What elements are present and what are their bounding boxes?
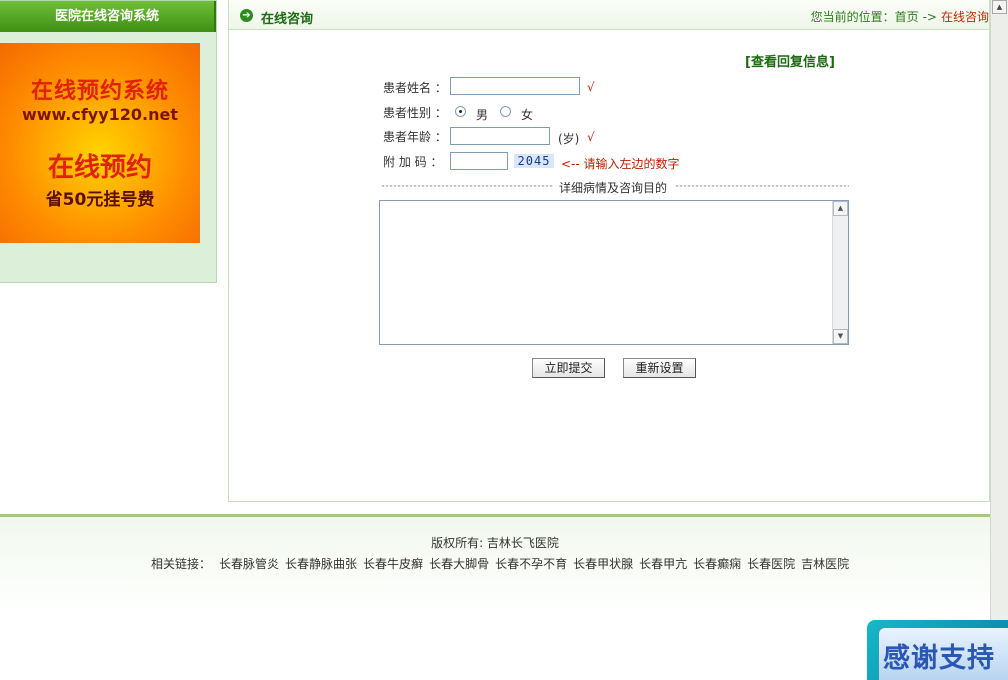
reset-button[interactable]: 重新设置 [623,358,696,378]
footer-link[interactable]: 长春静脉曲张 [285,557,357,571]
links-label: 相关链接： [151,557,212,571]
window-scrollbar[interactable]: ▲ [990,0,1008,680]
footer-link[interactable]: 长春不孕不育 [495,557,567,571]
panel-header: ➔ 在线咨询 您当前的位置：首页 -> 在线咨询 [229,0,989,30]
divider-dots-left [381,185,553,187]
view-reply-link[interactable]: [查看回复信息] [745,51,835,70]
age-label: 患者年龄 ： [383,130,447,144]
footer-link[interactable]: 吉林医院 [801,557,849,571]
banner-subtitle: 在线预约 [47,153,152,183]
footer-link[interactable]: 长春牛皮癣 [363,557,423,571]
sidebar: 医院在线咨询系统 在线预约系统 www.cfyy120.net 在线预约 省50… [0,0,217,283]
footer-link[interactable]: 长春大脚骨 [429,557,489,571]
code-input[interactable] [450,152,508,170]
breadcrumb-home-link[interactable]: 首页 [895,10,919,24]
arrow-right-icon: ➔ [240,9,253,22]
code-hint: <-- 请输入左边的数字 [561,157,680,171]
details-label: 详细病情及咨询目的 [559,181,668,195]
scroll-down-icon[interactable]: ▼ [833,329,848,344]
name-required-mark: √ [587,80,595,94]
page-title: 在线咨询 [261,12,314,27]
name-input[interactable] [450,77,580,95]
window-scroll-up-icon[interactable]: ▲ [992,0,1007,14]
sidebar-title: 医院在线咨询系统 [0,1,216,32]
footer: 版权所有: 吉林长飞医院 相关链接： 长春脉管炎 长春静脉曲张 长春牛皮癣 长春大脚骨长… [0,517,990,680]
breadcrumb-prefix: 您当前的位置： [810,10,895,24]
divider-dots-right [675,185,849,187]
details-textarea[interactable]: ▲ ▼ [379,200,849,345]
footer-link[interactable]: 长春癫痫 [693,557,741,571]
related-links: 相关链接： 长春脉管炎 长春静脉曲张 长春牛皮癣 长春大脚骨 长春不孕不育 长春甲状腺 长春甲… [151,555,855,572]
thanks-text: 感谢支持 [883,643,995,674]
textarea-scrollbar[interactable]: ▲ ▼ [832,201,848,344]
gender-male-label: 男 [476,108,489,122]
thanks-badge-inner: 感谢支持 [879,628,1008,680]
banner-url: www.cfyy120.net [21,105,179,124]
footer-link[interactable]: 长春医院 [747,557,795,571]
footer-link[interactable]: 长春甲状腺 [573,557,633,571]
footer-link[interactable]: 长春脉管炎 [219,557,279,571]
thanks-badge[interactable]: 感谢支持 [867,620,1008,680]
appointment-banner[interactable]: 在线预约系统 www.cfyy120.net 在线预约 省50元挂号费 [0,43,200,243]
footer-link[interactable]: 长春甲亢 [639,557,687,571]
name-label: 患者姓名 ： [383,81,447,95]
copyright: 版权所有: 吉林长飞医院 [431,536,559,550]
banner-title: 在线预约系统 [30,79,169,104]
gender-female-label: 女 [521,108,534,122]
submit-button[interactable]: 立即提交 [532,358,605,378]
gender-female-radio[interactable] [500,106,511,117]
details-divider: 详细病情及咨询目的 [381,179,849,195]
gender-label: 患者性别 ： [383,106,447,120]
age-input[interactable] [450,127,550,145]
banner-note: 省50元挂号费 [45,190,155,210]
age-required-mark: √ [587,130,595,144]
captcha-image: 2045 [514,154,554,168]
gender-male-radio[interactable] [455,106,466,117]
scroll-up-icon[interactable]: ▲ [833,201,848,216]
consult-panel: ➔ 在线咨询 您当前的位置：首页 -> 在线咨询 [查看回复信息] 患者姓名 ： √… [228,0,990,502]
age-unit: (岁) [558,132,580,146]
breadcrumb-arrow: -> [922,10,937,24]
breadcrumb-current: 在线咨询 [940,10,989,24]
code-label: 附 加 码 ： [383,155,443,169]
breadcrumb: 您当前的位置：首页 -> 在线咨询 [811,8,989,25]
